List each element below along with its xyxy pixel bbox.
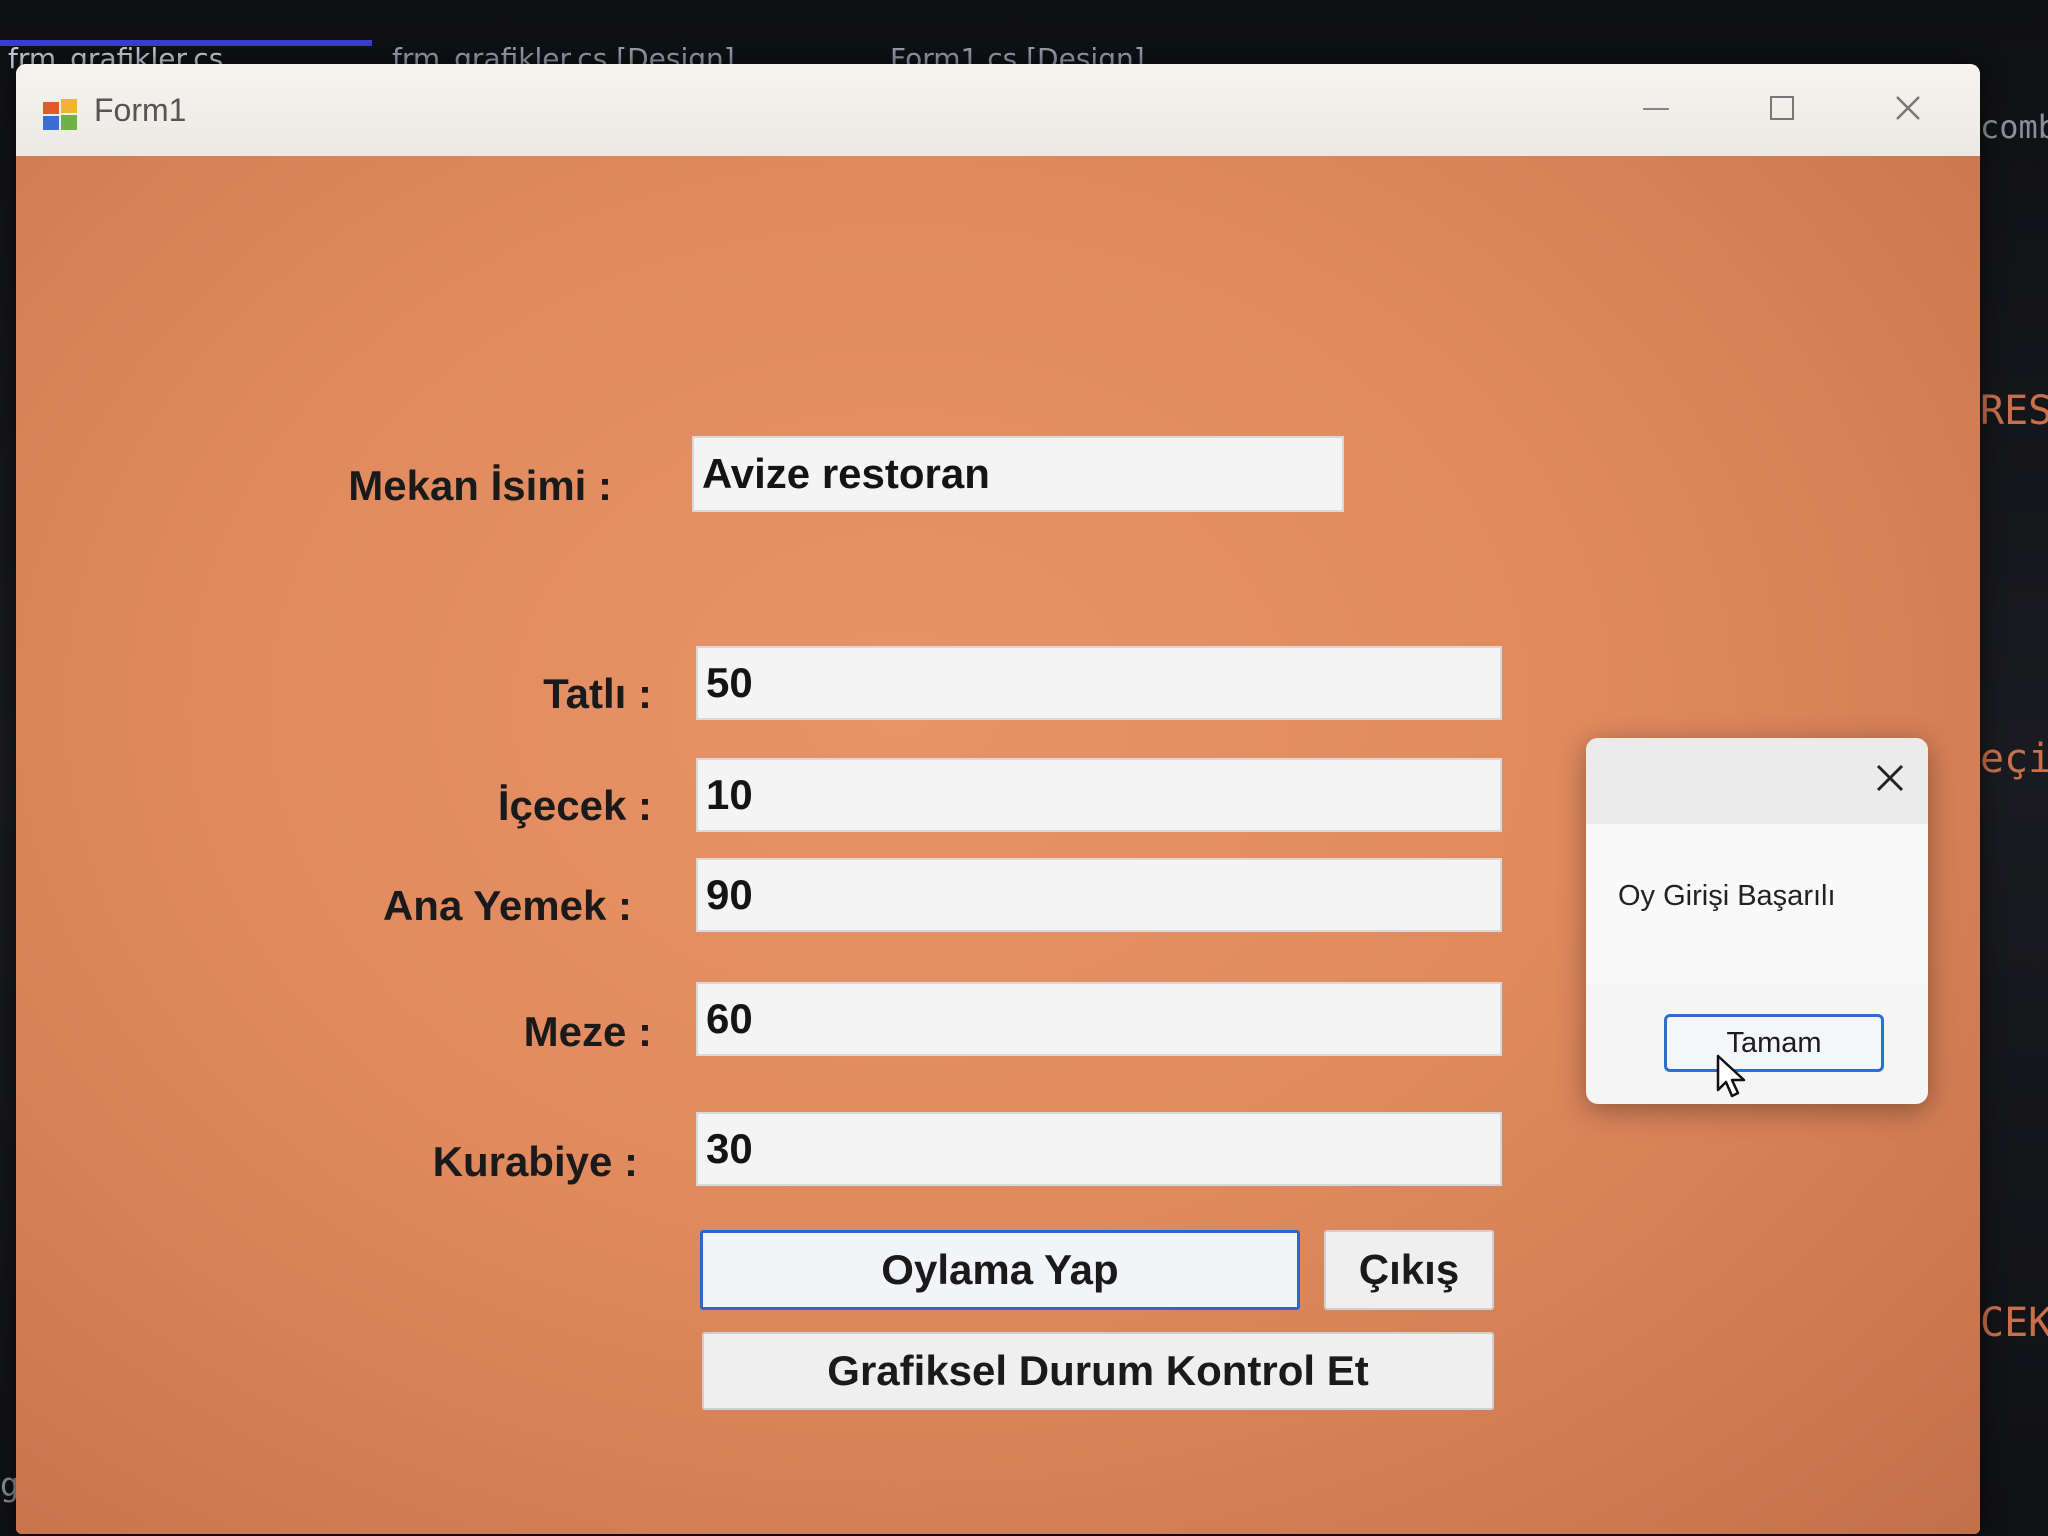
close-icon bbox=[1876, 764, 1904, 792]
meze-input[interactable]: 60 bbox=[696, 982, 1502, 1056]
mekan-isimi-input[interactable]: Avize restoran bbox=[692, 436, 1344, 512]
window-title: Form1 bbox=[94, 92, 187, 128]
dialog-body: Oy Girişi Başarılı bbox=[1586, 824, 1928, 984]
message-box-dialog: Oy Girişi Başarılı Tamam bbox=[1586, 738, 1928, 1104]
close-button[interactable] bbox=[1858, 82, 1958, 142]
dialog-message: Oy Girişi Başarılı bbox=[1618, 880, 1836, 912]
mekan-isimi-label: Mekan İsimi : bbox=[348, 462, 612, 509]
ana-yemek-input[interactable]: 90 bbox=[696, 858, 1502, 932]
mouse-cursor-icon bbox=[1716, 1054, 1746, 1098]
minimize-button[interactable] bbox=[1606, 82, 1706, 142]
tatli-label: Tatlı : bbox=[543, 670, 652, 717]
app-icon bbox=[43, 99, 77, 130]
grafiksel-durum-button[interactable]: Grafiksel Durum Kontrol Et bbox=[702, 1332, 1494, 1410]
dialog-close-button[interactable] bbox=[1862, 754, 1918, 810]
ana-yemek-label: Ana Yemek : bbox=[382, 882, 632, 929]
title-bar[interactable]: Form1 bbox=[16, 64, 1980, 156]
kurabiye-input[interactable]: 30 bbox=[696, 1112, 1502, 1186]
ide-code-fragment: CEK bbox=[1980, 1300, 2048, 1346]
icecek-label: İçecek : bbox=[497, 782, 652, 829]
maximize-icon bbox=[1770, 96, 1794, 120]
ide-code-fragment: eçi bbox=[1980, 736, 2048, 782]
ide-code-fragment: comb bbox=[1980, 108, 2048, 146]
close-icon bbox=[1896, 96, 1920, 120]
ide-code-fragment: RES bbox=[1980, 388, 2048, 434]
minimize-icon bbox=[1643, 108, 1669, 110]
oylama-yap-button[interactable]: Oylama Yap bbox=[700, 1230, 1300, 1310]
meze-label: Meze : bbox=[523, 1008, 652, 1055]
maximize-button[interactable] bbox=[1732, 82, 1832, 142]
tamam-button[interactable]: Tamam bbox=[1664, 1014, 1884, 1072]
tatli-input[interactable]: 50 bbox=[696, 646, 1502, 720]
cikis-button[interactable]: Çıkış bbox=[1324, 1230, 1494, 1310]
kurabiye-label: Kurabiye : bbox=[432, 1138, 638, 1185]
icecek-input[interactable]: 10 bbox=[696, 758, 1502, 832]
